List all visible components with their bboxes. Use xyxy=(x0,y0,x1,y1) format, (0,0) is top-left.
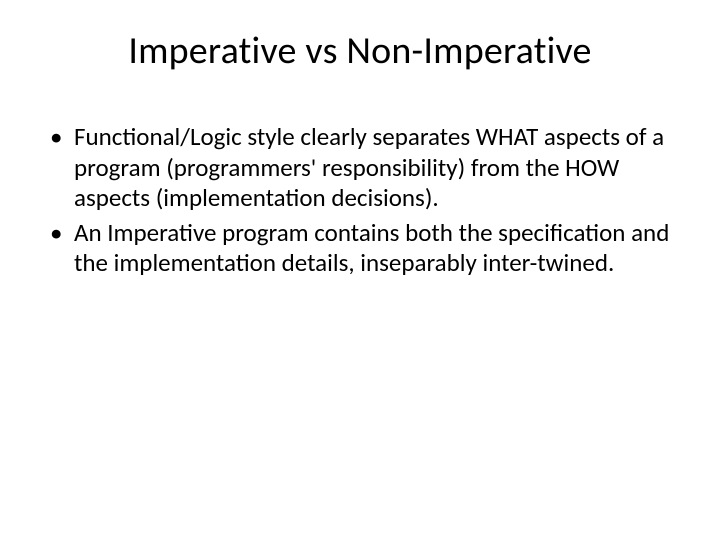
list-item: An Imperative program contains both the … xyxy=(48,218,680,279)
list-item: Functional/Logic style clearly separates… xyxy=(48,122,680,214)
slide-title: Imperative vs Non-Imperative xyxy=(40,28,680,74)
bullet-list: Functional/Logic style clearly separates… xyxy=(40,122,680,279)
